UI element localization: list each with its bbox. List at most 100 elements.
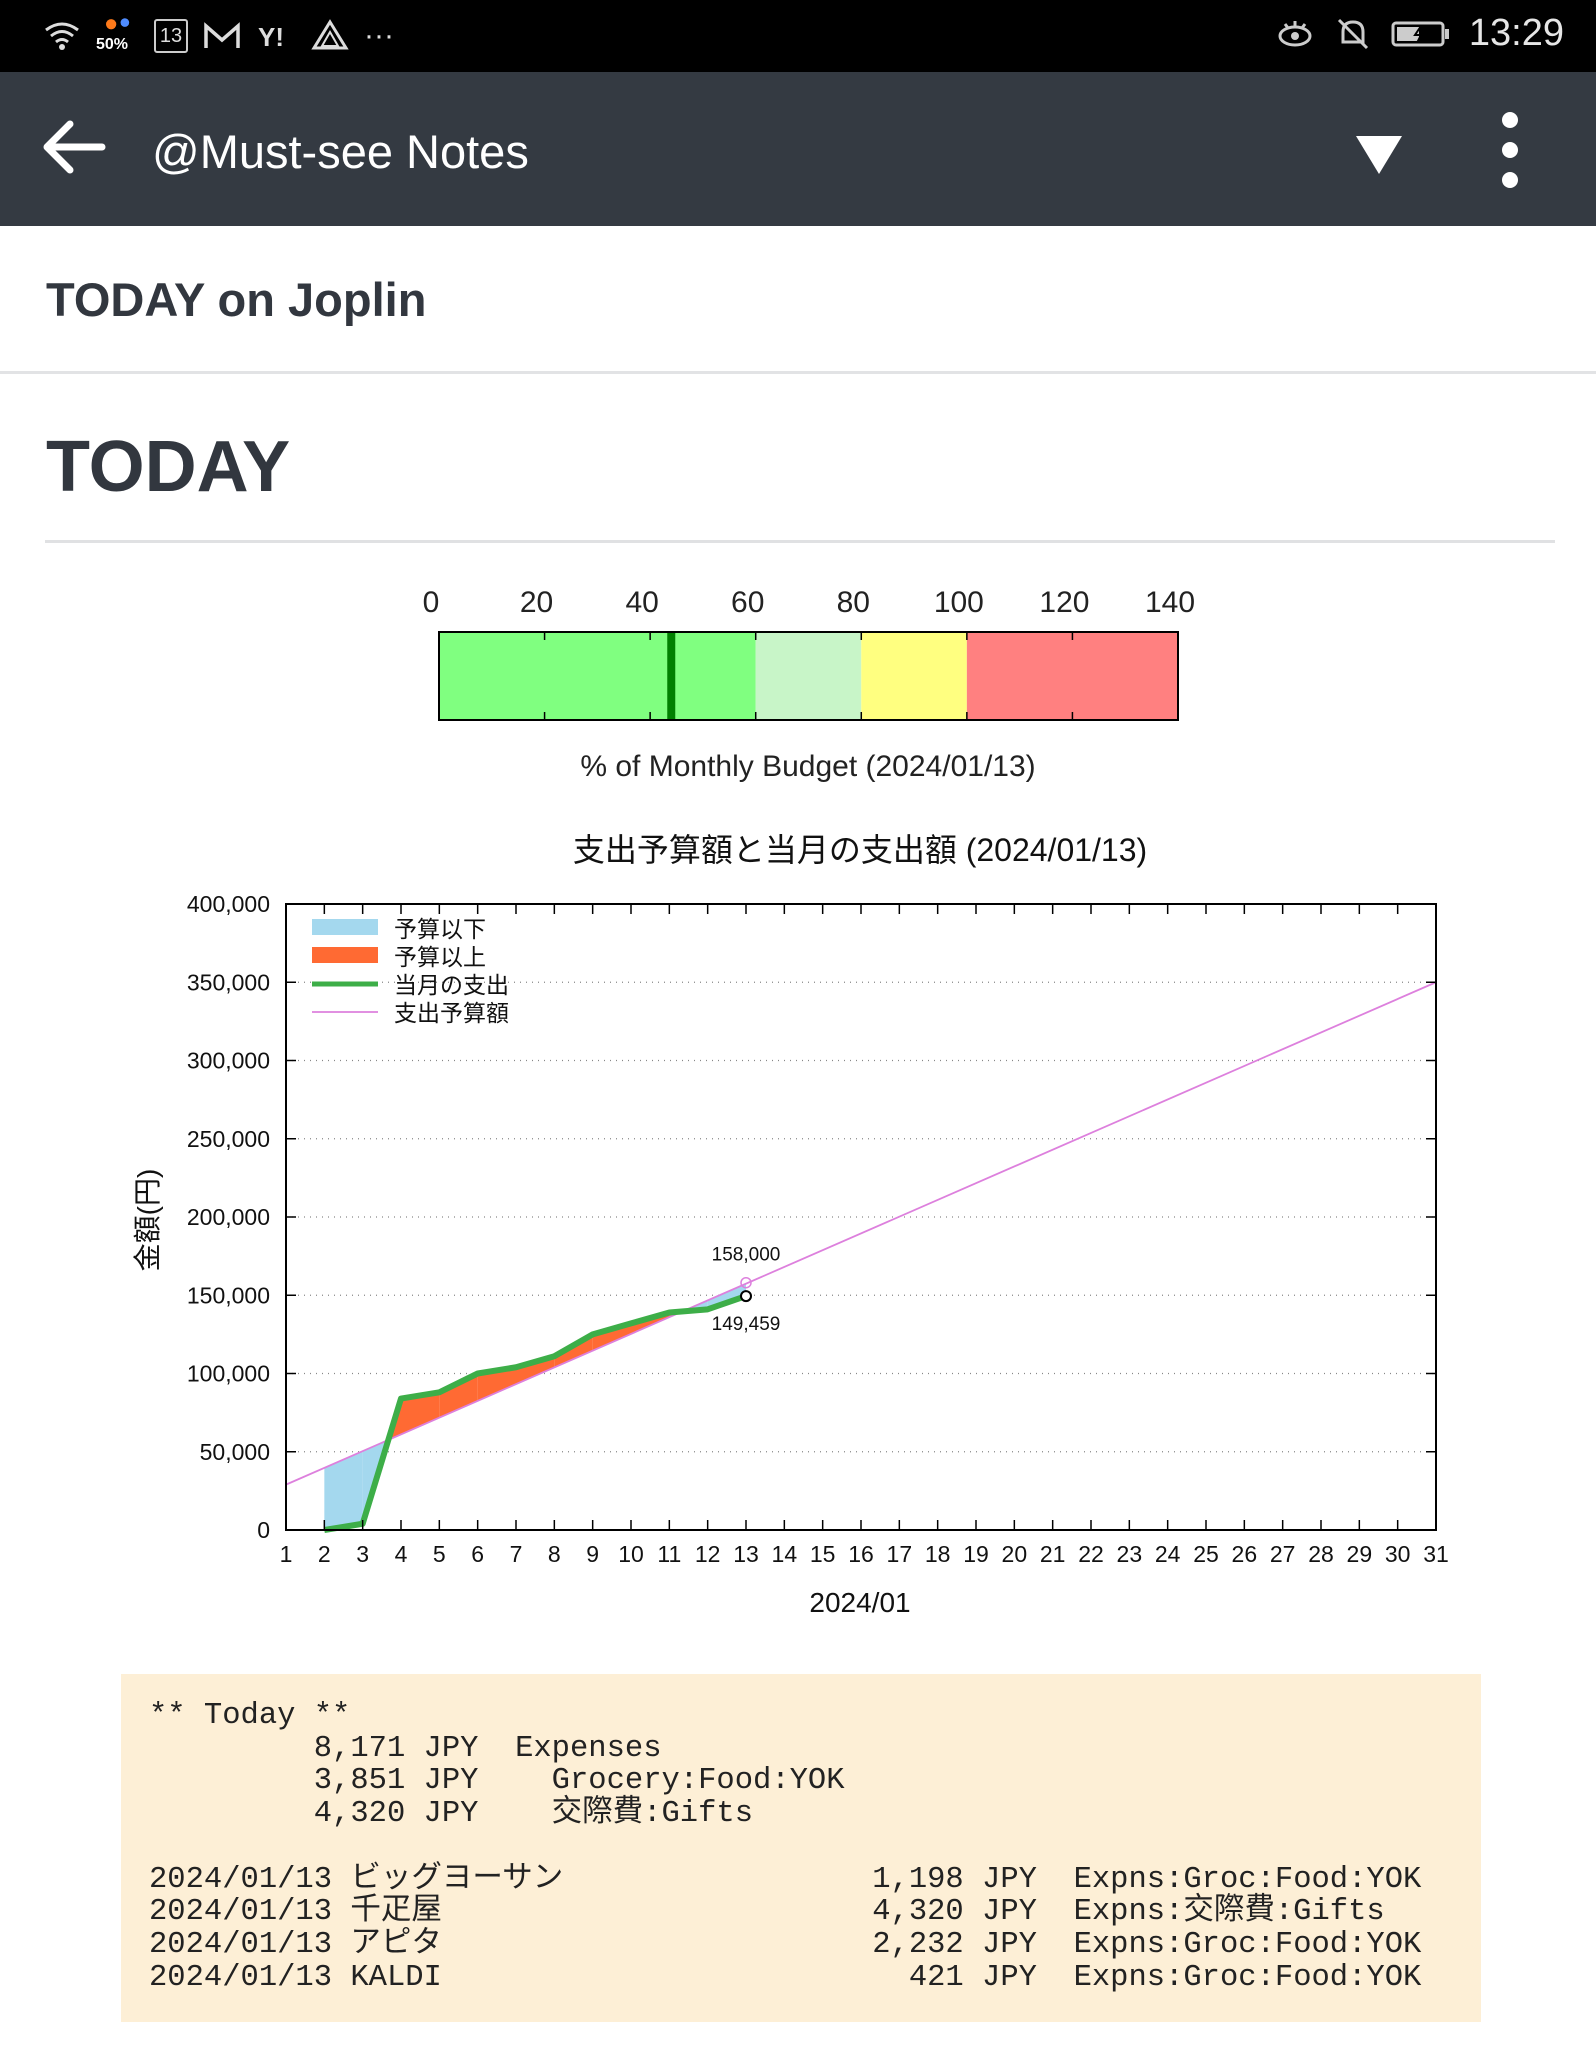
legend-swatch [312, 947, 378, 963]
chart-x-axis-label: 2024/01 [809, 1587, 910, 1618]
x-tick-label: 1 [280, 1541, 293, 1567]
budget-chart: 支出予算額と当月の支出額 (2024/01/13) 1 2 3 4 5 6 7 8 9 10 11 1… [132, 832, 1449, 1618]
x-tick-label: 2 [318, 1541, 331, 1567]
title-divider [0, 371, 1596, 374]
chart-x-tick-labels: 1 2 3 4 5 6 7 8 9 10 11 12 13 14 15 16 17 18 19 20 21 22 23 24 2… [280, 1541, 1449, 1567]
entry-date: 2024/01/13 [149, 1895, 333, 1930]
x-tick-label: 21 [1040, 1541, 1066, 1567]
area-segment [324, 1451, 363, 1530]
entry-account: Expns:Groc:Food:YOK [1073, 1862, 1422, 1897]
legend-label: 支出予算額 [394, 1000, 509, 1026]
x-tick-label: 29 [1347, 1541, 1373, 1567]
chart-y-axis-label: 金額(円) [132, 1169, 163, 1272]
eye-comfort-icon [1278, 20, 1312, 46]
battery-charging-icon [1391, 21, 1449, 46]
x-tick-label: 7 [510, 1541, 523, 1567]
budget-gauge: 0 20 40 60 80 100 120 140 % of Monthly Budget (… [423, 586, 1195, 783]
x-tick-label: 25 [1193, 1541, 1219, 1567]
gauge-bands [439, 632, 1178, 720]
y-tick-label: 300,000 [187, 1048, 270, 1074]
entry-payee: アピタ [350, 1927, 442, 1962]
x-tick-label: 23 [1117, 1541, 1143, 1567]
gauge-band [966, 632, 1178, 720]
ledger-code-block: ** Today ** 8,171 JPY Expenses 3,851 JPY… [121, 1674, 1481, 2022]
yahoo-icon: Y! [258, 22, 284, 52]
calendar-icon: 13 [154, 19, 188, 53]
x-tick-label: 24 [1155, 1541, 1181, 1567]
gauge-tick-label: 40 [625, 586, 658, 619]
spending-marker [740, 1290, 752, 1303]
heading-rule [45, 540, 1555, 543]
chart-legend: 予算以下予算以上当月の支出支出予算額 [312, 916, 509, 1026]
x-tick-label: 31 [1423, 1541, 1449, 1567]
entry-amount: 2,232 JPY [872, 1927, 1037, 1962]
legend-label: 当月の支出 [394, 972, 509, 998]
note-title[interactable]: TODAY on Joplin [46, 272, 426, 327]
legend-swatch [312, 919, 378, 935]
gauge-tick-label: 60 [731, 586, 764, 619]
x-tick-label: 18 [925, 1541, 951, 1567]
entry-amount: 1,198 JPY [872, 1862, 1037, 1897]
dropdown-triangle-icon[interactable] [1352, 128, 1406, 178]
entry-account: Expns:Groc:Food:YOK [1073, 1960, 1422, 1995]
x-tick-label: 22 [1078, 1541, 1104, 1567]
entry-date: 2024/01/13 [149, 1960, 333, 1995]
wifi-icon [45, 22, 79, 50]
summary-account: Grocery:Food:YOK [515, 1764, 845, 1799]
legend-label: 予算以下 [394, 916, 486, 942]
x-tick-label: 6 [471, 1541, 484, 1567]
ledger-text: ** Today ** 8,171 JPY Expenses 3,851 JPY… [149, 1700, 1421, 1994]
clock: 13:29 [1468, 12, 1564, 54]
folder-title: @Must-see Notes [152, 125, 529, 178]
gauge-caption: % of Monthly Budget (2024/01/13) [580, 750, 1035, 783]
note-heading: TODAY [46, 427, 291, 507]
gauge-band [755, 632, 862, 720]
legend-label: 予算以上 [394, 944, 486, 970]
x-tick-label: 9 [586, 1541, 599, 1567]
x-tick-label: 16 [848, 1541, 874, 1567]
entry-amount: 421 JPY [908, 1960, 1037, 1995]
gauge-tick-label: 120 [1039, 586, 1089, 619]
x-tick-label: 10 [618, 1541, 644, 1567]
status-bar: 50% 13 Y! ··· 13:29 [0, 0, 1596, 72]
chart-area-fills [324, 1283, 746, 1530]
x-tick-label: 13 [733, 1541, 759, 1567]
gauge-tick-label: 20 [520, 586, 553, 619]
y-tick-label: 0 [257, 1517, 270, 1543]
spending-annotation: 149,459 [712, 1314, 781, 1335]
weather-widget: 50% [96, 14, 140, 58]
x-tick-label: 17 [887, 1541, 913, 1567]
summary-amount: 8,171 JPY [313, 1731, 479, 1766]
y-tick-label: 100,000 [187, 1361, 270, 1387]
calendar-day: 13 [159, 25, 183, 47]
spending-line [323, 1293, 747, 1533]
summary-account: 交際費:Gifts [515, 1797, 754, 1832]
budget-line [285, 981, 1437, 1486]
back-arrow-icon[interactable] [38, 112, 108, 182]
y-tick-label: 400,000 [187, 891, 270, 917]
entry-date: 2024/01/13 [149, 1927, 333, 1962]
y-tick-label: 350,000 [187, 969, 270, 995]
gauge-tick-label: 80 [837, 586, 870, 619]
gmail-icon [204, 22, 240, 48]
sun-cloud-icon [106, 18, 130, 30]
x-tick-label: 8 [548, 1541, 561, 1567]
svg-text:Y!: Y! [258, 22, 284, 52]
overflow-menu-icon[interactable] [1490, 110, 1530, 190]
x-tick-label: 26 [1232, 1541, 1258, 1567]
entry-amount: 4,320 JPY [872, 1895, 1037, 1930]
x-tick-label: 27 [1270, 1541, 1296, 1567]
status-right-icons: 13:29 [1275, 12, 1564, 55]
gauge-band [439, 632, 756, 720]
x-tick-label: 30 [1385, 1541, 1411, 1567]
bell-muted-icon [1337, 18, 1368, 49]
chart-series-lines [285, 981, 1437, 1533]
x-tick-label: 28 [1308, 1541, 1334, 1567]
app-bar: @Must-see Notes [0, 72, 1596, 226]
x-tick-label: 11 [657, 1541, 681, 1567]
x-tick-label: 12 [695, 1541, 721, 1567]
entry-date: 2024/01/13 [149, 1862, 333, 1897]
entry-payee: 千疋屋 [350, 1895, 442, 1930]
x-tick-label: 5 [433, 1541, 446, 1567]
entry-payee: ビッグヨーサン [350, 1862, 564, 1897]
